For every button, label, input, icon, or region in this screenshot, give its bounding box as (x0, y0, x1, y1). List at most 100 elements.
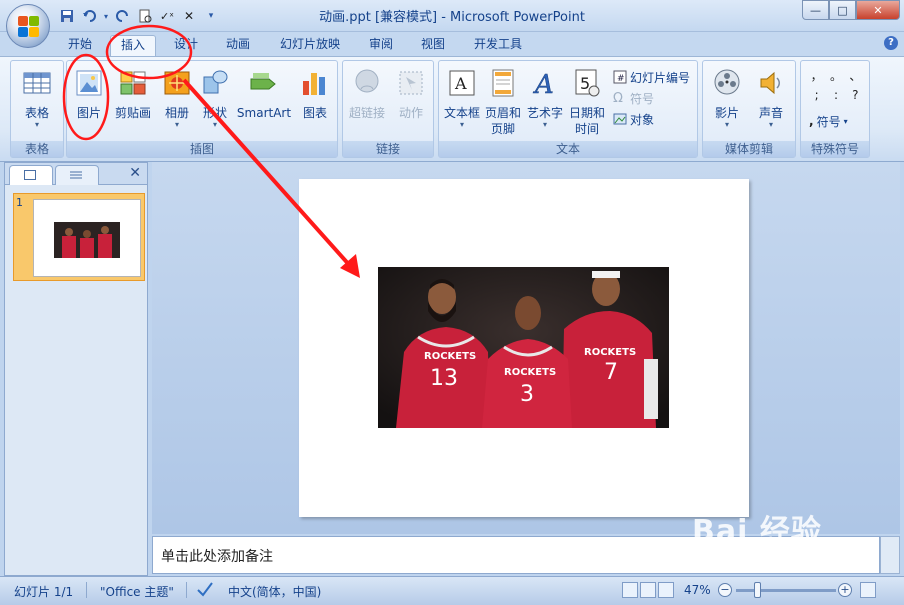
symbol-enumeration-comma[interactable]: 、 (846, 67, 865, 84)
maximize-button[interactable]: □ (829, 0, 856, 20)
group-text: A 文本框 ▾ 页眉和 页脚 A 艺术字 ▾ 5 日期和 时间 # 幻灯片编号 … (438, 60, 698, 158)
header-footer-button[interactable]: 页眉和 页脚 (483, 67, 523, 137)
chevron-down-icon: ▾ (542, 120, 547, 129)
slideshow-view-button[interactable] (658, 582, 674, 598)
picture-icon (76, 70, 102, 96)
chevron-down-icon: ▾ (34, 120, 39, 129)
symbol-button[interactable]: Ω 符号 (613, 88, 654, 108)
zoom-slider[interactable] (736, 589, 836, 592)
hyperlink-button[interactable]: 超链接 (345, 67, 389, 121)
group-links: 超链接 动作 链接 (342, 60, 434, 158)
tab-home[interactable]: 开始 (58, 35, 102, 56)
zoom-out-button[interactable]: − (718, 583, 732, 597)
special-symbol-label: 符号 (816, 114, 841, 129)
smartart-icon (250, 73, 276, 90)
window-title: 动画.ppt [兼容模式] - Microsoft PowerPoint (319, 10, 585, 25)
tab-slideshow[interactable]: 幻灯片放映 (270, 35, 350, 56)
symbol-bullet-icon: , (809, 114, 814, 128)
slide-icon (24, 170, 36, 180)
svg-text:A: A (454, 74, 467, 93)
tab-view[interactable]: 视图 (411, 35, 455, 56)
table-button[interactable]: 表格 ▾ (17, 67, 57, 129)
picture-button[interactable]: 图片 (69, 67, 109, 121)
slide-number-icon: # (613, 70, 627, 84)
jersey-number-3: 7 (604, 360, 618, 385)
table-label: 表格 (24, 106, 49, 120)
omega-icon: Ω (613, 91, 623, 106)
symbol-semicolon[interactable]: ; (807, 88, 826, 102)
title-bar: ▾ ✓ˣ ✕ ▾ 动画.ppt [兼容模式] - Microsoft Power… (0, 0, 904, 32)
hyperlink-label: 超链接 (348, 106, 385, 120)
tab-developer[interactable]: 开发工具 (464, 35, 532, 56)
slide-number-button[interactable]: # 幻灯片编号 (613, 67, 690, 87)
close-button[interactable]: ✕ (856, 0, 900, 20)
chevron-down-icon: ▾ (459, 120, 464, 129)
normal-view-button[interactable] (622, 582, 638, 598)
movie-label: 影片 (714, 106, 739, 120)
slide-sorter-button[interactable] (640, 582, 656, 598)
baidu-watermark-url: jingyan.baidu.com (712, 558, 823, 572)
jersey-number-2: 3 (520, 382, 534, 407)
group-label-media: 媒体剪辑 (703, 141, 795, 157)
notes-scrollbar[interactable] (880, 536, 900, 574)
thumbnail-slide (33, 199, 141, 277)
language-indicator[interactable]: 中文(简体，中国) (228, 583, 321, 600)
chevron-down-icon: ▾ (724, 120, 729, 129)
chevron-down-icon: ▾ (174, 120, 179, 129)
datetime-button[interactable]: 5 日期和 时间 (567, 67, 607, 137)
spell-check-icon[interactable] (196, 581, 214, 600)
header-footer-label-2: 页脚 (490, 122, 515, 136)
jersey-text-2: ROCKETS (504, 367, 556, 378)
picture-label: 图片 (76, 106, 101, 120)
smartart-button[interactable]: SmartArt (235, 67, 293, 121)
symbol-period[interactable]: 。 (826, 67, 845, 84)
special-symbol-button[interactable]: , 符号 ▾ (809, 111, 848, 131)
minimize-button[interactable]: — (802, 0, 829, 20)
slide-indicator: 幻灯片 1/1 (14, 585, 74, 599)
tab-design[interactable]: 设计 (164, 35, 208, 56)
office-button[interactable] (6, 4, 50, 48)
zoom-level[interactable]: 47% (684, 583, 711, 597)
action-button[interactable]: 动作 (391, 67, 431, 121)
clipart-button[interactable]: 剪贴画 (111, 67, 155, 121)
ribbon-tabs: 开始 插入 设计 动画 幻灯片放映 审阅 视图 开发工具 (0, 32, 904, 56)
object-icon (613, 113, 627, 125)
symbol-question[interactable]: ? (846, 88, 865, 102)
movie-button[interactable]: 影片 ▾ (707, 67, 747, 129)
calendar-icon: 5 (575, 69, 600, 97)
group-label-text: 文本 (439, 141, 697, 157)
tab-outline[interactable] (55, 165, 99, 185)
textbox-icon: A (449, 70, 475, 96)
close-icon[interactable]: ✕ (129, 165, 141, 181)
sound-button[interactable]: 声音 ▾ (751, 67, 791, 129)
group-label-special: 特殊符号 (801, 141, 869, 157)
textbox-button[interactable]: A 文本框 ▾ (441, 67, 483, 129)
symbol-colon[interactable]: : (826, 88, 845, 102)
symbol-comma[interactable]: ， (807, 67, 826, 84)
svg-text:A: A (533, 70, 554, 99)
slide-thumbnail[interactable]: 1 (13, 193, 145, 281)
slide-editing-area: ROCKETS 13 ROCKETS 7 ROCKETS 3 (152, 162, 900, 534)
chart-button[interactable]: 图表 (295, 67, 335, 121)
tab-slides[interactable] (9, 165, 53, 185)
zoom-in-button[interactable]: + (838, 583, 852, 597)
wordart-label: 艺术字 (526, 106, 563, 120)
tab-insert[interactable]: 插入 (110, 35, 157, 56)
inserted-picture[interactable]: ROCKETS 13 ROCKETS 7 ROCKETS 3 (378, 267, 669, 428)
object-button[interactable]: 对象 (613, 109, 654, 129)
tab-animations[interactable]: 动画 (216, 35, 260, 56)
slide-number-label: 幻灯片编号 (630, 70, 691, 85)
theme-indicator: "Office 主题" (100, 585, 174, 599)
shapes-icon (203, 70, 228, 94)
fit-to-window-button[interactable] (860, 582, 876, 598)
group-illustrations: 图片 剪贴画 相册 ▾ 形状 ▾ SmartArt 图表 插图 (66, 60, 338, 158)
album-button[interactable]: 相册 ▾ (157, 67, 197, 129)
zoom-slider-thumb[interactable] (754, 582, 761, 598)
ribbon: 表格 ▾ 表格 图片 剪贴画 相册 ▾ 形状 ▾ SmartArt 图表 插图 … (0, 56, 904, 162)
wordart-button[interactable]: A 艺术字 ▾ (525, 67, 565, 129)
tab-review[interactable]: 审阅 (359, 35, 403, 56)
help-icon[interactable]: ? (884, 36, 898, 50)
slide-canvas[interactable]: ROCKETS 13 ROCKETS 7 ROCKETS 3 (299, 179, 749, 517)
shapes-button[interactable]: 形状 ▾ (195, 67, 235, 129)
sound-label: 声音 (758, 106, 783, 120)
